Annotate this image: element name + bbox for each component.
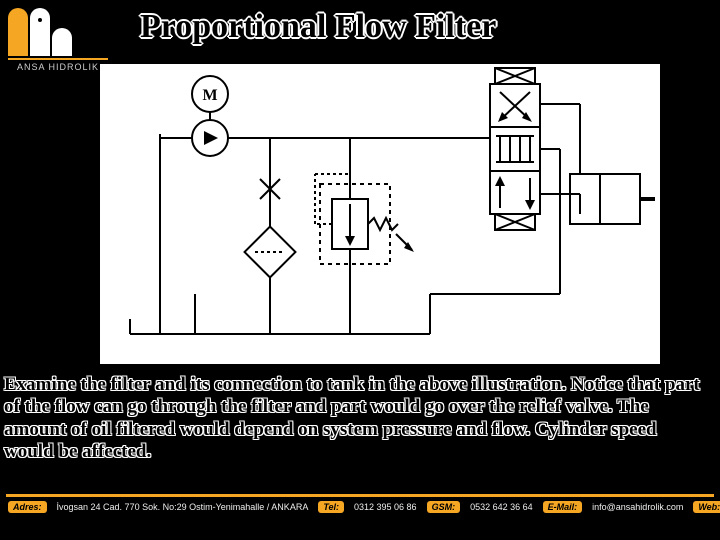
footer: Adres: İvogsan 24 Cad. 770 Sok. No:29 Os… bbox=[0, 494, 720, 540]
footer-email: info@ansahidrolik.com bbox=[592, 502, 683, 512]
body-paragraph: Examine the filter and its connection to… bbox=[4, 374, 710, 464]
svg-text:M: M bbox=[202, 87, 217, 104]
footer-phone-label: Tel: bbox=[318, 501, 344, 513]
footer-fax: 0532 642 36 64 bbox=[470, 502, 533, 512]
footer-web-label: Web: bbox=[693, 501, 720, 513]
brand-name: ANSA HIDROLIK bbox=[8, 62, 108, 72]
footer-address: İvogsan 24 Cad. 770 Sok. No:29 Ostim-Yen… bbox=[57, 502, 309, 512]
footer-email-label: E-Mail: bbox=[543, 501, 583, 513]
footer-phone: 0312 395 06 86 bbox=[354, 502, 417, 512]
brand-logo: ANSA HIDROLIK bbox=[8, 8, 108, 78]
page-title: Proportional Flow Filter bbox=[140, 8, 700, 46]
footer-fax-label: GSM: bbox=[427, 501, 461, 513]
footer-address-label: Adres: bbox=[8, 501, 47, 513]
hydraulic-schematic: M bbox=[100, 64, 660, 364]
